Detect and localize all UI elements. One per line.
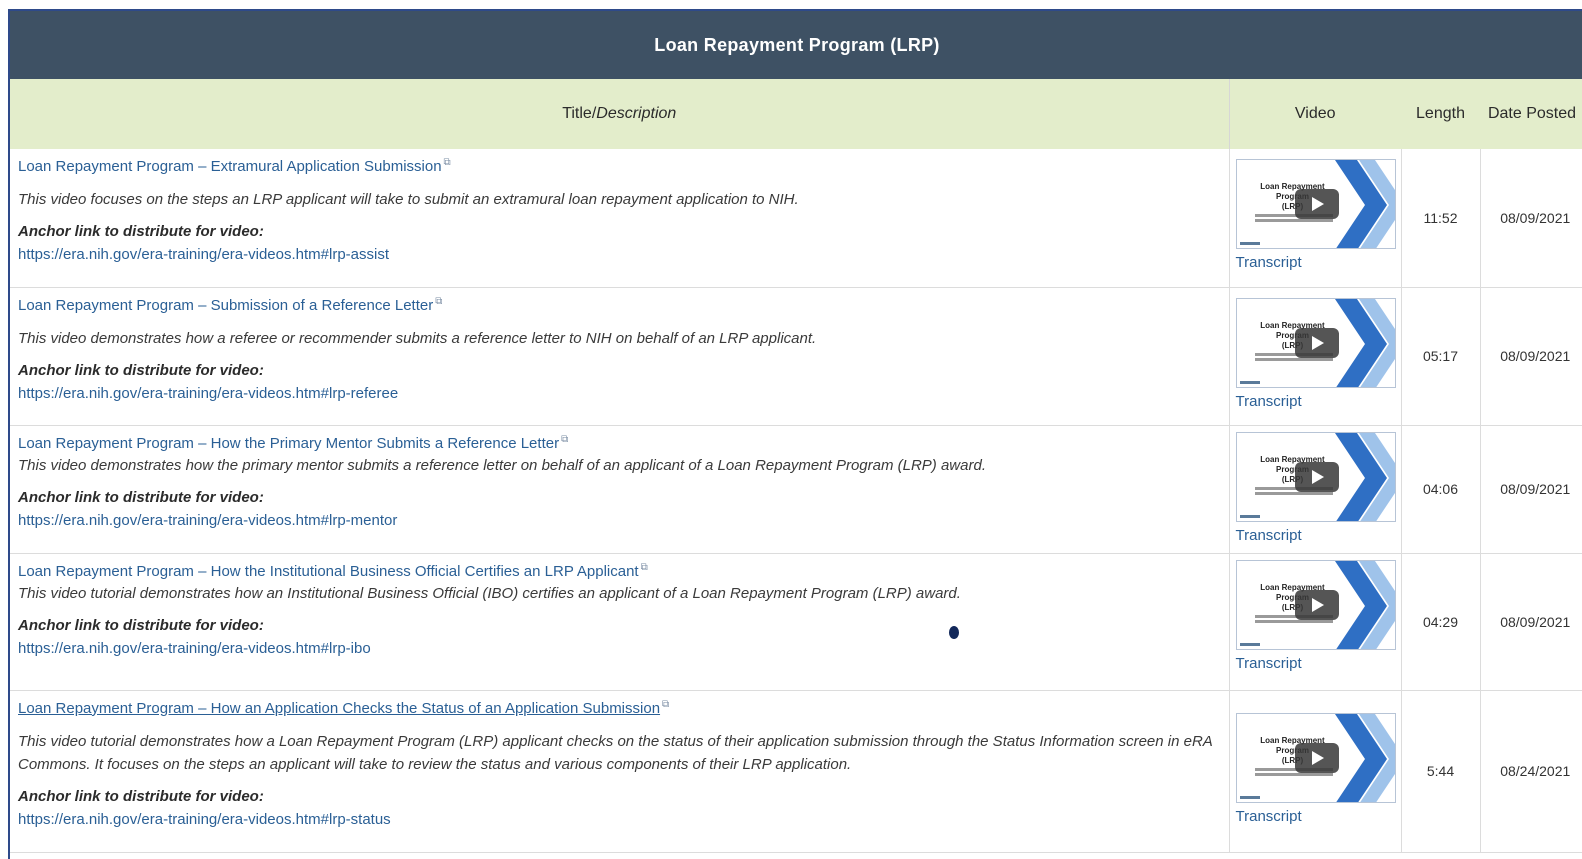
video-title-link[interactable]: Loan Repayment Program – Submission of a…: [18, 297, 433, 314]
transcript-link[interactable]: Transcript: [1236, 526, 1395, 546]
video-length: 04:06: [1401, 425, 1481, 554]
date-posted: 08/24/2021: [1480, 690, 1582, 853]
anchor-link-url[interactable]: https://era.nih.gov/era-training/era-vid…: [18, 638, 1219, 660]
video-title-link[interactable]: Loan Repayment Program – How the Primary…: [18, 435, 559, 452]
video-title-link[interactable]: Loan Repayment Program – Extramural Appl…: [18, 158, 442, 175]
external-link-icon: ⧉: [662, 698, 670, 710]
video-info-cell: Loan Repayment Program – Extramural Appl…: [10, 149, 1230, 288]
thumbnail-logo: [1239, 642, 1260, 646]
video-cell: Loan Repayment Program (LRP) Transcript: [1229, 690, 1402, 853]
video-description: This video tutorial demonstrates how an …: [18, 584, 961, 602]
video-cell: Loan Repayment Program (LRP) Transcript: [1229, 553, 1402, 691]
external-link-icon: ⧉: [443, 157, 451, 168]
video-description: This video demonstrates how the primary …: [18, 456, 986, 474]
transcript-link[interactable]: Transcript: [1236, 654, 1395, 674]
video-length: 04:29: [1401, 553, 1481, 691]
date-posted: 08/09/2021: [1480, 287, 1582, 426]
table-row: Loan Repayment Program – How the Primary…: [10, 425, 1582, 554]
play-icon[interactable]: [1294, 461, 1339, 492]
transcript-link[interactable]: Transcript: [1236, 253, 1395, 273]
anchor-link-label: Anchor link to distribute for video:: [18, 361, 264, 379]
thumbnail-chevron-graphic: [1334, 713, 1395, 802]
date-posted: 08/09/2021: [1480, 425, 1582, 554]
anchor-link-url[interactable]: https://era.nih.gov/era-training/era-vid…: [18, 244, 1219, 266]
video-cell: Loan Repayment Program (LRP) Transcript: [1229, 425, 1402, 554]
column-header-date-posted: Date Posted: [1480, 79, 1582, 149]
video-info-cell: Loan Repayment Program – Submission of a…: [10, 287, 1230, 426]
lrp-video-table-frame: Loan Repayment Program (LRP) Title/Descr…: [8, 9, 1582, 859]
video-title-link[interactable]: Loan Repayment Program – How an Applicat…: [18, 700, 660, 717]
video-thumbnail[interactable]: Loan Repayment Program (LRP): [1235, 559, 1396, 650]
video-description: This video focuses on the steps an LRP a…: [18, 191, 799, 208]
video-length: 5:44: [1401, 690, 1481, 853]
video-thumbnail[interactable]: Loan Repayment Program (LRP): [1235, 297, 1396, 388]
column-header-title-text: Title/: [562, 105, 597, 122]
thumbnail-chevron-graphic: [1334, 432, 1395, 521]
thumbnail-logo: [1239, 795, 1260, 799]
column-header-length: Length: [1401, 79, 1480, 149]
play-icon[interactable]: [1294, 742, 1339, 773]
column-header-description-text: Description: [596, 105, 677, 122]
video-cell: Loan Repayment Program (LRP) Transcript: [1229, 287, 1402, 426]
thumbnail-chevron-graphic: [1334, 160, 1395, 248]
section-title: Loan Repayment Program (LRP): [10, 11, 1582, 79]
video-thumbnail[interactable]: Loan Repayment Program (LRP): [1235, 431, 1396, 522]
anchor-link-url[interactable]: https://era.nih.gov/era-training/era-vid…: [18, 809, 1219, 831]
date-posted: 08/09/2021: [1480, 149, 1582, 288]
video-title-link[interactable]: Loan Repayment Program – How the Institu…: [18, 563, 639, 580]
anchor-link-label: Anchor link to distribute for video:: [18, 787, 264, 805]
anchor-link-label: Anchor link to distribute for video:: [18, 223, 264, 240]
video-info-cell: Loan Repayment Program – How the Primary…: [10, 425, 1230, 554]
column-header-video: Video: [1229, 79, 1401, 149]
video-length: 05:17: [1401, 287, 1481, 426]
video-description: This video demonstrates how a referee or…: [18, 329, 817, 347]
video-cell: Loan Repayment Program (LRP) Transcript: [1229, 149, 1402, 288]
anchor-link-label: Anchor link to distribute for video:: [18, 616, 264, 634]
anchor-link-label: Anchor link to distribute for video:: [18, 488, 264, 506]
lrp-video-table: Loan Repayment Program (LRP) Title/Descr…: [10, 11, 1582, 853]
external-link-icon: ⧉: [640, 561, 648, 573]
transcript-link[interactable]: Transcript: [1236, 807, 1395, 827]
transcript-link[interactable]: Transcript: [1236, 392, 1395, 412]
external-link-icon: ⧉: [435, 295, 443, 307]
thumbnail-logo: [1239, 380, 1260, 384]
video-info-cell: Loan Repayment Program – How an Applicat…: [10, 690, 1230, 853]
video-thumbnail[interactable]: Loan Repayment Program (LRP): [1235, 159, 1396, 249]
column-header-title: Title/Description: [10, 79, 1230, 149]
video-length: 11:52: [1401, 149, 1481, 288]
play-icon[interactable]: [1294, 327, 1339, 358]
thumbnail-logo: [1239, 242, 1260, 245]
thumbnail-logo: [1239, 514, 1260, 518]
table-row: Loan Repayment Program – Extramural Appl…: [10, 149, 1582, 288]
table-row: Loan Repayment Program – How the Institu…: [10, 553, 1582, 691]
external-link-icon: ⧉: [561, 433, 569, 445]
video-info-cell: Loan Repayment Program – How the Institu…: [10, 553, 1230, 691]
video-description: This video tutorial demonstrates how a L…: [18, 732, 1213, 773]
thumbnail-chevron-graphic: [1334, 560, 1395, 649]
mouse-cursor-icon: [949, 626, 959, 639]
table-row: Loan Repayment Program – How an Applicat…: [10, 690, 1582, 853]
video-thumbnail[interactable]: Loan Repayment Program (LRP): [1235, 712, 1396, 803]
anchor-link-url[interactable]: https://era.nih.gov/era-training/era-vid…: [18, 383, 1219, 405]
play-icon[interactable]: [1294, 589, 1339, 620]
anchor-link-url[interactable]: https://era.nih.gov/era-training/era-vid…: [18, 510, 1219, 532]
table-row: Loan Repayment Program – Submission of a…: [10, 287, 1582, 426]
table-header-row: Title/Description Video Length Date Post…: [10, 79, 1582, 149]
play-icon[interactable]: [1294, 189, 1339, 219]
date-posted: 08/09/2021: [1480, 553, 1582, 691]
thumbnail-chevron-graphic: [1334, 298, 1395, 387]
